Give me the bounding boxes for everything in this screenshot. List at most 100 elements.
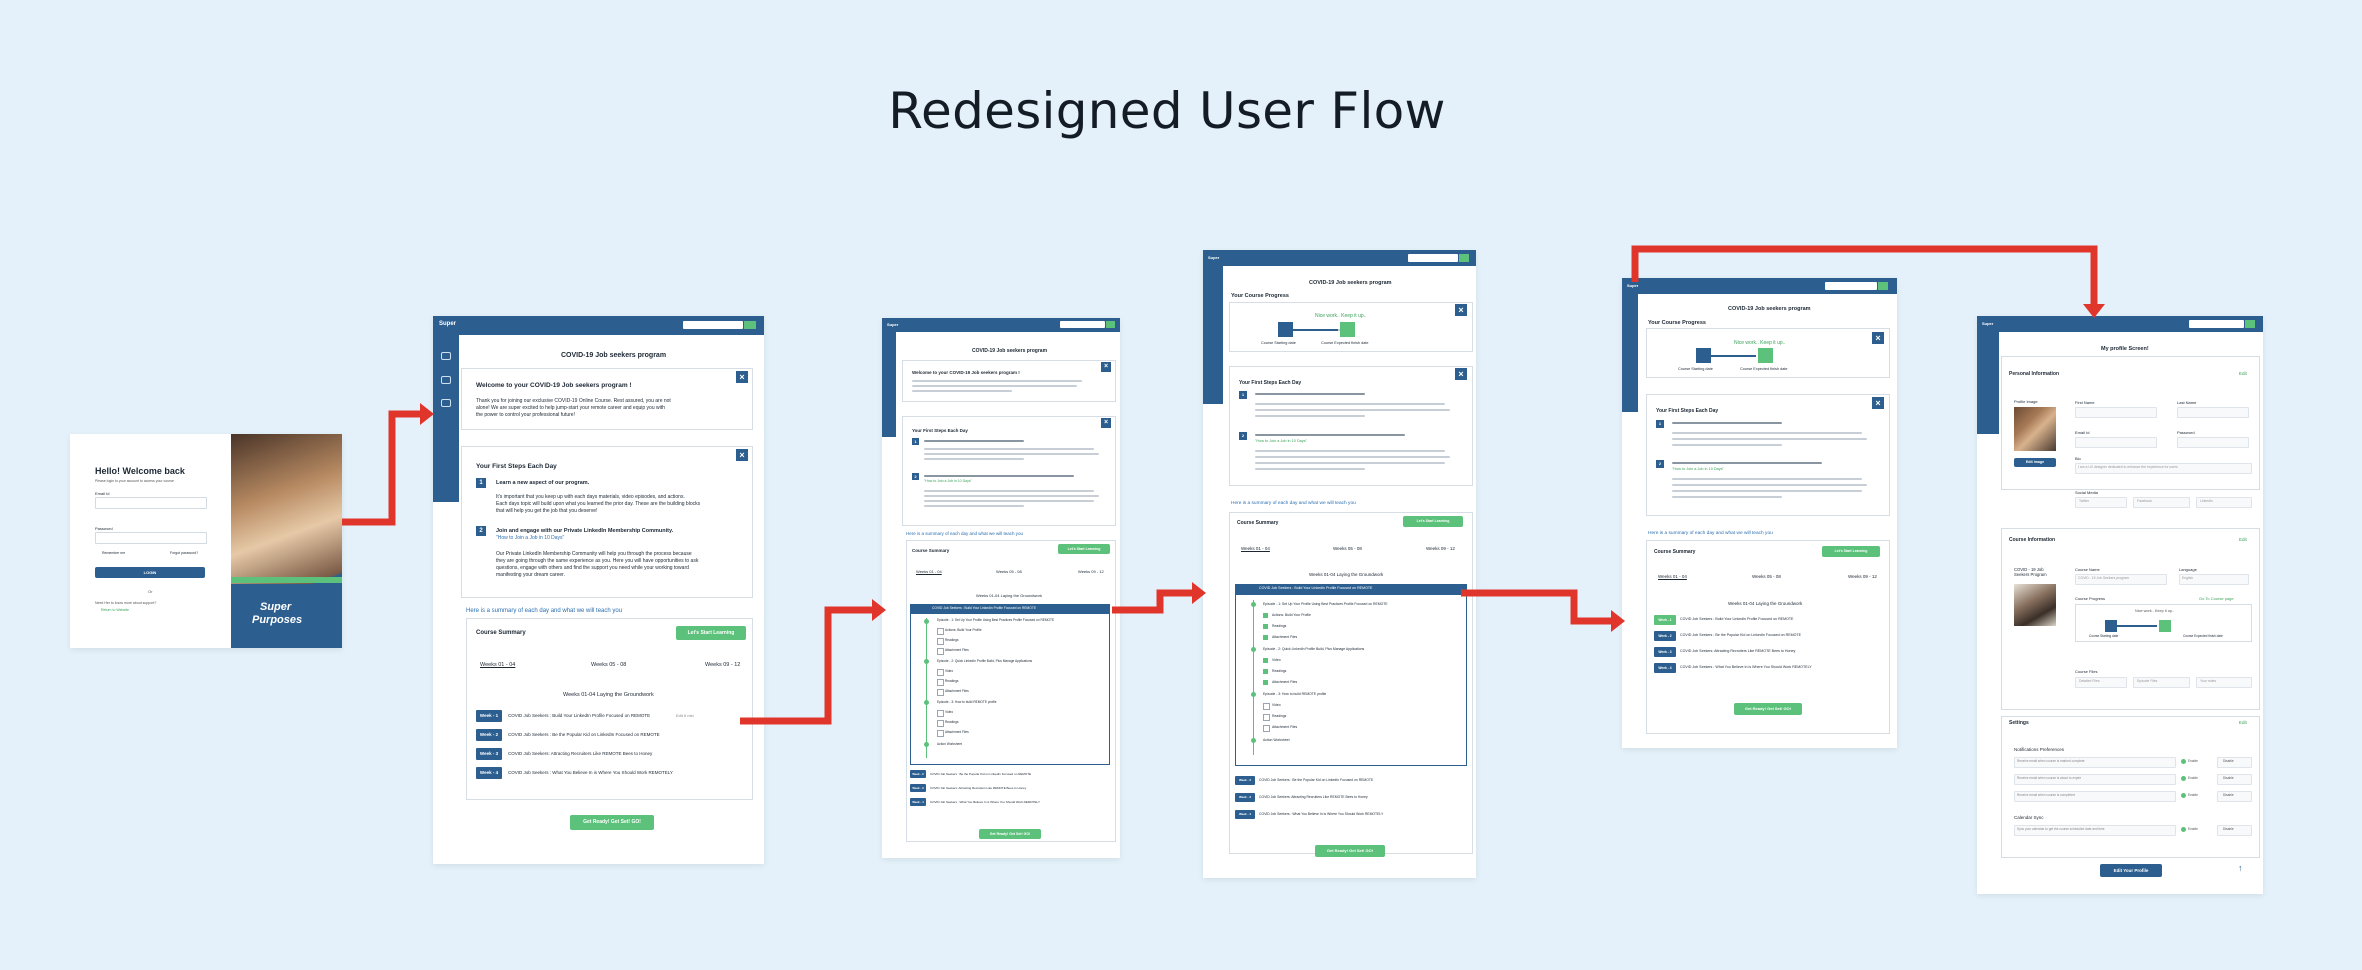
disable-option[interactable]: Disable	[2223, 776, 2234, 780]
close-icon[interactable]: ×	[736, 449, 748, 461]
scroll-top-icon[interactable]: ↑	[2238, 863, 2243, 873]
episode-subitem[interactable]: Readings	[1272, 669, 1286, 673]
edit-image-button[interactable]: Edit Image	[2014, 458, 2056, 467]
episode-item[interactable]: Episode - 3: How to build REMOTE profile	[937, 700, 997, 704]
close-icon[interactable]: ×	[1872, 397, 1884, 409]
episode-subitem[interactable]: Video	[1272, 703, 1281, 707]
files-icon[interactable]	[441, 399, 451, 407]
episode-subitem[interactable]: Actions: Build Your Profile	[1272, 613, 1311, 617]
tab-weeks-1[interactable]: Weeks 01 - 04	[1658, 574, 1687, 579]
edit-profile-button[interactable]: Edit Your Profile	[2100, 864, 2162, 877]
week-tag[interactable]: Week - 4	[476, 767, 502, 779]
tab-weeks-2[interactable]: Weeks 05 - 08	[996, 569, 1022, 574]
episode-item[interactable]: Episode - 1: Set Up Your Profile Using B…	[1263, 602, 1388, 606]
start-learning-button[interactable]: Let's Start Learning	[1058, 544, 1110, 554]
step2-link[interactable]: "How to Join a Job in 10 Days"	[1255, 439, 1307, 443]
week-title[interactable]: COVID Job Seekers : What You Believe In …	[1259, 812, 1383, 816]
tab-weeks-3[interactable]: Weeks 09 - 12	[1078, 569, 1104, 574]
episode-subitem[interactable]: Actions: Build Your Profile	[945, 628, 982, 632]
close-icon[interactable]: ×	[1101, 362, 1111, 372]
remember-me[interactable]: Remember me	[102, 551, 125, 555]
close-icon[interactable]: ×	[1455, 368, 1467, 380]
tab-weeks-1[interactable]: Weeks 01 - 04	[480, 662, 515, 668]
tab-weeks-2[interactable]: Weeks 05 - 08	[1333, 546, 1362, 551]
episode-subitem[interactable]: Attachment Files	[945, 730, 969, 734]
episode-item[interactable]: Episode - 2: Quick LinkedIn Profile Buil…	[937, 659, 1032, 663]
week-title[interactable]: COVID Job Seekers : Build Your LinkedIn …	[1259, 586, 1372, 590]
start-learning-button[interactable]: Let's Start Learning	[1403, 516, 1463, 527]
close-icon[interactable]: ×	[1101, 418, 1111, 428]
get-ready-button[interactable]: Get Ready! Get Set! GO!	[1734, 703, 1802, 715]
search-button[interactable]	[1878, 282, 1888, 290]
week-title[interactable]: COVID Job Seekers : Build Your LinkedIn …	[1680, 617, 1793, 621]
password-field[interactable]	[2177, 437, 2249, 448]
enable-option[interactable]: Enable	[2188, 827, 2198, 831]
search-button[interactable]	[2245, 320, 2255, 328]
episode-subitem[interactable]: Readings	[945, 679, 958, 683]
go-to-course-link[interactable]: Go To Course page	[2199, 596, 2234, 601]
email-field[interactable]	[95, 497, 207, 509]
profile-icon[interactable]	[441, 352, 451, 360]
tab-weeks-1[interactable]: Weeks 01 - 04	[1241, 546, 1270, 551]
tab-weeks-1[interactable]: Weeks 01 - 04	[916, 569, 942, 574]
email-field[interactable]	[2075, 437, 2157, 448]
week-tag[interactable]: Week - 4	[910, 798, 926, 806]
week-title[interactable]: COVID Job Seekers : What You Believe In …	[508, 770, 673, 775]
step2-link[interactable]: "How to Join a Job in 10 Days"	[1672, 467, 1724, 471]
start-learning-button[interactable]: Let's Start Learning	[676, 626, 746, 640]
course-icon[interactable]	[441, 376, 451, 384]
week-title[interactable]: COVID Job Seekers : Build Your LinkedIn …	[508, 713, 650, 718]
close-icon[interactable]: ×	[1872, 332, 1884, 344]
disable-option[interactable]: Disable	[2223, 759, 2234, 763]
episode-subitem[interactable]: Readings	[945, 638, 958, 642]
week-tag[interactable]: Week - 4	[1235, 810, 1255, 819]
episode-subitem[interactable]: Attachment Files	[945, 689, 969, 693]
week-tag[interactable]: Week - 3	[1654, 647, 1676, 657]
episode-subitem[interactable]: Attachment Files	[1272, 635, 1297, 639]
episode-subitem[interactable]: Readings	[945, 720, 958, 724]
close-icon[interactable]: ×	[1455, 304, 1467, 316]
week-title[interactable]: COVID Job Seekers : Be the Popular Kid o…	[508, 732, 660, 737]
password-field[interactable]	[95, 532, 207, 544]
week-title[interactable]: COVID Job Seekers : Be the Popular Kid o…	[930, 772, 1031, 776]
get-ready-button[interactable]: Get Ready! Get Set! GO!	[570, 815, 654, 830]
tab-weeks-2[interactable]: Weeks 05 - 08	[1752, 574, 1781, 579]
forgot-password-link[interactable]: Forgot password?	[170, 551, 198, 555]
week-tag[interactable]: Week - 3	[1235, 793, 1255, 802]
search-button[interactable]	[1459, 254, 1469, 262]
week-title[interactable]: COVID Job Seekers : Be the Popular Kid o…	[1259, 778, 1373, 782]
episode-item[interactable]: Episode - 1: Set Up Your Profile Using B…	[937, 618, 1054, 622]
close-icon[interactable]: ×	[736, 371, 748, 383]
week-title[interactable]: COVID Job Seekers: Attracting Recruiters…	[930, 786, 1026, 790]
week-tag[interactable]: Week - 1	[1654, 615, 1676, 625]
week-tag[interactable]: Week - 3	[910, 784, 926, 792]
search-input[interactable]	[683, 321, 743, 329]
edit-course-link[interactable]: Edit	[2239, 537, 2247, 542]
search-button[interactable]	[744, 321, 756, 329]
episode-item[interactable]: Action Worksheet	[937, 742, 962, 746]
tab-weeks-3[interactable]: Weeks 09 - 12	[1848, 574, 1877, 579]
episode-subitem[interactable]: Attachment Files	[1272, 680, 1297, 684]
disable-option[interactable]: Disable	[2223, 827, 2234, 831]
week-title[interactable]: COVID Job Seekers : What You Believe In …	[930, 800, 1040, 804]
search-input[interactable]	[2189, 320, 2244, 328]
episode-subitem[interactable]: Readings	[1272, 714, 1286, 718]
edit-personal-link[interactable]: Edit	[2239, 371, 2247, 376]
week-tag[interactable]: Week - 2	[476, 729, 502, 741]
episode-subitem[interactable]: Video	[1272, 658, 1281, 662]
week-title[interactable]: COVID Job Seekers : Be the Popular Kid o…	[1680, 633, 1801, 637]
tab-weeks-2[interactable]: Weeks 05 - 08	[591, 662, 626, 668]
episode-item[interactable]: Episode - 3: How to build REMOTE profile	[1263, 692, 1326, 696]
search-input[interactable]	[1825, 282, 1877, 290]
edit-settings-link[interactable]: Edit	[2239, 720, 2247, 725]
search-input[interactable]	[1060, 321, 1105, 328]
episode-subitem[interactable]: Video	[945, 710, 953, 714]
episode-item[interactable]: Action Worksheet	[1263, 738, 1290, 742]
week-title[interactable]: COVID Job Seekers : Build Your LinkedIn …	[932, 606, 1036, 610]
search-button[interactable]	[1106, 321, 1115, 328]
week-tag[interactable]: Week - 3	[476, 748, 502, 760]
start-learning-button[interactable]: Let's Start Learning	[1822, 546, 1880, 557]
week-title[interactable]: COVID Job Seekers: Attracting Recruiters…	[1680, 649, 1795, 653]
first-name-field[interactable]	[2075, 407, 2157, 418]
enable-option[interactable]: Enable	[2188, 776, 2198, 780]
